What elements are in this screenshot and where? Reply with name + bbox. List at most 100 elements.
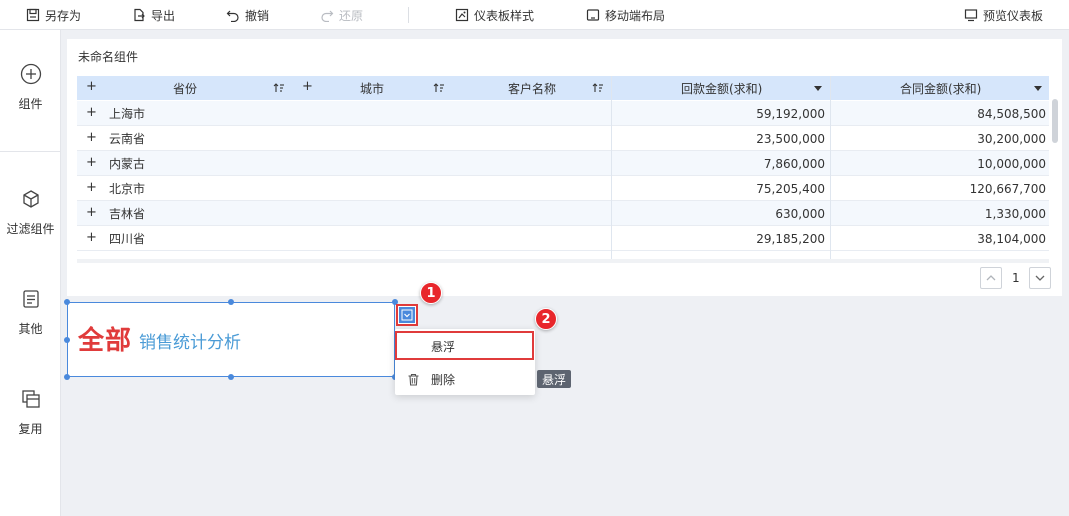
tooltip: 悬浮 [537,370,572,388]
vertical-scrollbar[interactable] [1052,99,1058,143]
table-row: + 上海市 59,192,000 84,508,500 [77,101,1049,126]
page-number: 1 [1012,271,1020,285]
resize-handle[interactable] [64,299,70,305]
expand-row-icon[interactable]: + [86,155,97,170]
sidebar-divider [0,151,61,152]
preview-dashboard-button[interactable]: 预览仪表板 [964,0,1043,30]
column-divider [611,76,612,261]
province-cell: 北京市 [109,182,146,196]
monitor-icon [964,9,978,22]
left-sidebar: 组件 过滤组件 其他 复用 [0,30,61,516]
sidebar-item-label: 复用 [18,422,43,436]
contract-cell: 38,104,000 [977,231,1046,246]
trash-icon [408,373,419,386]
sidebar-item-label: 过滤组件 [6,222,55,236]
contract-cell: 10,000,000 [977,156,1046,171]
dashboard-style-label: 仪表板样式 [474,8,535,23]
step-badge: 2 [535,308,557,330]
save-icon [26,8,40,22]
payment-cell: 630,000 [775,206,825,221]
page-up-button[interactable] [980,267,1002,289]
expand-row-icon[interactable]: + [86,180,97,195]
export-button[interactable]: 导出 [132,0,175,30]
sidebar-item-label: 其他 [18,322,43,336]
palette-icon [455,8,469,22]
contract-cell: 30,200,000 [977,131,1046,146]
column-header-contract[interactable]: 合同金额(求和) [900,76,981,100]
sort-icon[interactable] [433,82,445,94]
table-row: + 北京市 75,205,400 120,667,700 [77,176,1049,201]
column-header-payment[interactable]: 回款金额(求和) [681,76,762,100]
layers-icon [21,390,40,408]
menu-item-delete[interactable]: 删除 [395,365,535,393]
toolbar-divider [408,7,409,23]
chevron-down-icon [1035,275,1045,281]
mobile-layout-label: 移动端布局 [605,8,666,23]
column-header-city[interactable]: 城市 [360,76,384,100]
expand-province-icon[interactable]: + [86,79,97,94]
mobile-layout-button[interactable]: 移动端布局 [586,0,665,30]
expand-row-icon[interactable]: + [86,130,97,145]
table-row: + 四川省 29,185,200 38,104,000 [77,226,1049,251]
export-icon [134,8,145,22]
contract-cell: 84,508,500 [977,106,1046,121]
table-row: + 内蒙古 7,860,000 10,000,000 [77,151,1049,176]
resize-handle[interactable] [64,337,70,343]
horizontal-scrollbar[interactable] [77,259,1049,263]
dropdown-caret-icon[interactable] [814,86,822,91]
table-widget[interactable]: 未命名组件 + 省份 + 城市 客户名称 回款金额(求和) 合同金额(求和) +… [67,39,1062,296]
payment-cell: 59,192,000 [756,106,825,121]
payment-cell: 29,185,200 [756,231,825,246]
expand-row-icon[interactable]: + [86,230,97,245]
save-as-button[interactable]: 另存为 [26,0,81,30]
chevron-up-icon [986,275,996,281]
resize-handle[interactable] [392,299,398,305]
sort-icon[interactable] [592,82,604,94]
sidebar-item-reuse[interactable]: 复用 [0,388,61,437]
resize-handle[interactable] [64,374,70,380]
page-down-button[interactable] [1029,267,1051,289]
dropdown-caret-icon[interactable] [1034,86,1042,91]
text-widget-subtitle: 销售统计分析 [139,333,241,353]
export-label: 导出 [151,8,176,23]
table-row: + 吉林省 630,000 1,330,000 [77,201,1049,226]
sidebar-item-filter-components[interactable]: 过滤组件 [0,188,61,237]
province-cell: 云南省 [109,132,146,146]
data-table: + 省份 + 城市 客户名称 回款金额(求和) 合同金额(求和) + 上海市 5… [77,76,1049,261]
chevron-down-icon [401,309,413,321]
column-header-customer[interactable]: 客户名称 [508,76,556,100]
payment-cell: 7,860,000 [763,156,825,171]
sidebar-item-label: 组件 [18,97,43,111]
sidebar-item-components[interactable]: 组件 [0,63,61,112]
province-cell: 四川省 [109,232,146,246]
redo-icon [321,10,334,22]
document-icon [22,290,39,308]
province-cell: 内蒙古 [109,157,146,171]
dashboard-style-button[interactable]: 仪表板样式 [455,0,534,30]
sort-icon[interactable] [273,82,285,94]
resize-handle[interactable] [228,374,234,380]
cube-icon [22,190,39,208]
payment-cell: 75,205,400 [756,181,825,196]
expand-row-icon[interactable]: + [86,105,97,120]
text-widget-main: 全部 [78,326,133,356]
step-badge: 1 [420,282,442,304]
menu-item-delete-label: 删除 [431,372,456,387]
resize-handle[interactable] [228,299,234,305]
column-header-province[interactable]: 省份 [173,76,197,100]
contract-cell: 1,330,000 [984,206,1046,221]
highlight-box [395,331,534,360]
save-as-label: 另存为 [45,8,82,23]
text-widget[interactable]: 全部 销售统计分析 [67,302,395,377]
undo-icon [226,10,239,22]
column-divider [830,76,831,261]
expand-city-icon[interactable]: + [302,79,313,94]
widget-menu-button[interactable] [396,304,418,326]
table-row: + 云南省 23,500,000 30,200,000 [77,126,1049,151]
undo-button[interactable]: 撤销 [226,0,269,30]
sidebar-item-other[interactable]: 其他 [0,288,61,337]
redo-button[interactable]: 还原 [320,0,363,30]
expand-row-icon[interactable]: + [86,205,97,220]
province-cell: 上海市 [109,107,146,121]
top-toolbar: 另存为 导出 撤销 还原 仪表板样式 移动端布局 预览仪表板 [0,0,1069,30]
